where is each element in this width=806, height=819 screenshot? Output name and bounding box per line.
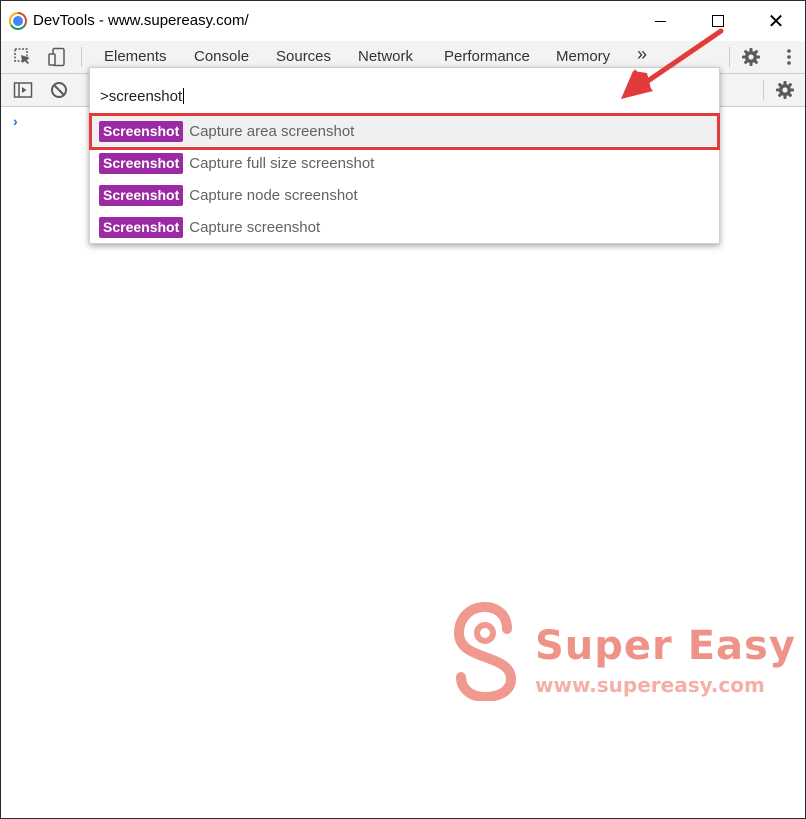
command-label: Capture full size screenshot <box>189 154 375 172</box>
command-category-badge: Screenshot <box>99 184 184 206</box>
device-toolbar-icon[interactable] <box>47 47 67 67</box>
tab-console[interactable]: Console <box>194 48 249 65</box>
window-title: DevTools - www.supereasy.com/ <box>33 12 249 29</box>
command-label: Capture screenshot <box>189 218 321 236</box>
command-label: Capture node screenshot <box>189 186 358 204</box>
command-menu-input[interactable]: >screenshot <box>100 88 185 105</box>
watermark: Super Easy www.supereasy.com <box>449 601 799 711</box>
watermark-url: www.supereasy.com <box>535 673 765 697</box>
command-item[interactable]: Screenshot Capture node screenshot <box>92 180 717 210</box>
annotation-highlight-box <box>89 113 720 150</box>
command-item[interactable]: Screenshot Capture screenshot <box>92 212 717 242</box>
tab-elements[interactable]: Elements <box>104 48 167 65</box>
toolbar-divider <box>763 80 764 100</box>
tab-sources[interactable]: Sources <box>276 48 331 65</box>
watermark-title: Super Easy <box>535 623 796 669</box>
tab-network[interactable]: Network <box>358 48 413 65</box>
console-settings-icon[interactable] <box>775 80 795 100</box>
command-item[interactable]: Screenshot Capture full size screenshot <box>92 148 717 178</box>
close-button[interactable]: ✕ <box>747 1 805 41</box>
text-cursor <box>183 88 185 104</box>
console-prompt-icon: › <box>13 113 18 129</box>
sidebar-toggle-icon[interactable] <box>13 80 33 100</box>
command-menu-input-value: >screenshot <box>100 88 183 105</box>
annotation-arrow-icon <box>621 28 724 99</box>
toolbar-divider <box>81 47 82 67</box>
super-easy-logo-icon <box>453 601 517 701</box>
close-icon: ✕ <box>767 10 785 33</box>
chrome-icon <box>9 12 27 30</box>
devtools-window: DevTools - www.supereasy.com/ ✕ Elements… <box>0 0 806 819</box>
command-category-badge: Screenshot <box>99 216 184 238</box>
settings-icon[interactable] <box>741 47 761 67</box>
clear-console-icon[interactable] <box>49 80 69 100</box>
more-vertical-icon[interactable] <box>779 47 799 67</box>
command-category-badge: Screenshot <box>99 152 184 174</box>
inspect-element-icon[interactable] <box>13 47 33 67</box>
tab-performance[interactable]: Performance <box>444 48 530 65</box>
